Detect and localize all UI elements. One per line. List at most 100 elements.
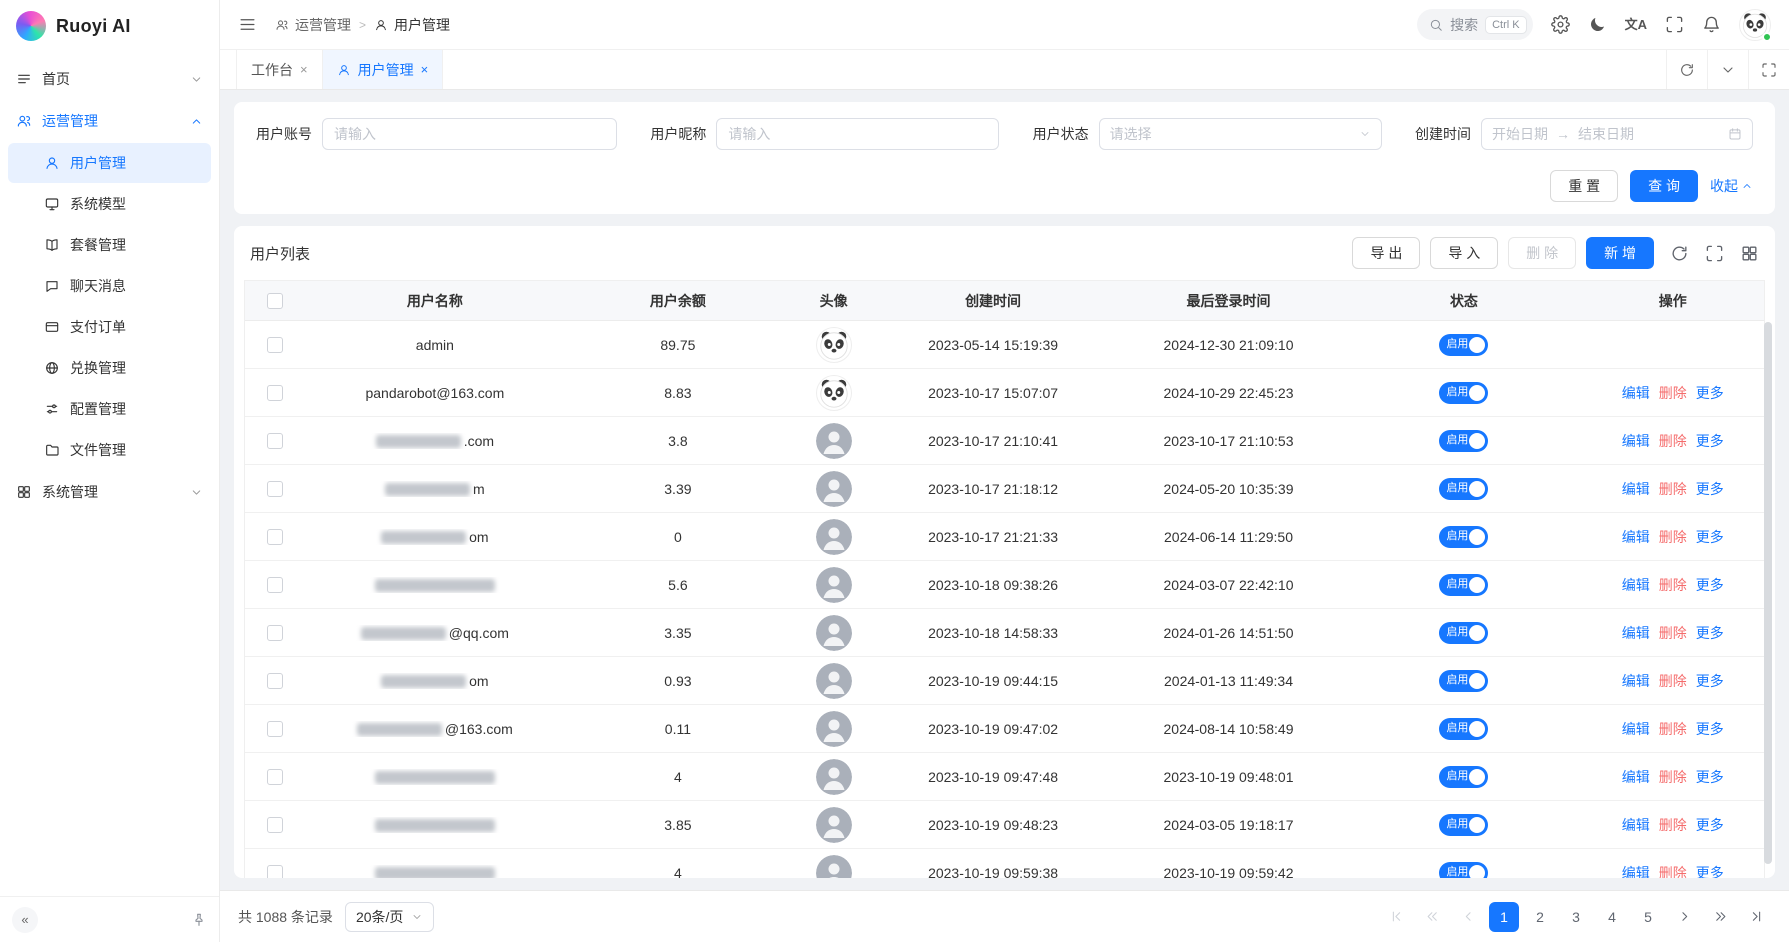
close-icon[interactable]: × bbox=[421, 63, 429, 76]
sidebar-item-system-model[interactable]: 系统模型 bbox=[8, 184, 211, 224]
collapse-filter-link[interactable]: 收起 bbox=[1710, 176, 1753, 196]
edit-link[interactable]: 编辑 bbox=[1622, 767, 1650, 787]
status-toggle[interactable]: 启用 bbox=[1439, 814, 1488, 836]
page-1-button[interactable]: 1 bbox=[1489, 902, 1519, 932]
tab-menu-button[interactable] bbox=[1707, 50, 1748, 89]
page-2-button[interactable]: 2 bbox=[1525, 902, 1555, 932]
edit-link[interactable]: 编辑 bbox=[1622, 815, 1650, 835]
delete-button[interactable]: 删 除 bbox=[1508, 237, 1576, 269]
row-checkbox[interactable] bbox=[267, 433, 283, 449]
page-4-button[interactable]: 4 bbox=[1597, 902, 1627, 932]
more-link[interactable]: 更多 bbox=[1696, 767, 1724, 787]
hamburger-menu-icon[interactable] bbox=[238, 15, 257, 34]
reset-button[interactable]: 重 置 bbox=[1550, 170, 1618, 202]
sidebar-item-operations[interactable]: 运营管理 bbox=[0, 100, 219, 142]
status-toggle[interactable]: 启用 bbox=[1439, 382, 1488, 404]
delete-link[interactable]: 删除 bbox=[1659, 815, 1687, 835]
prev-page-button[interactable] bbox=[1453, 902, 1483, 932]
page-3-button[interactable]: 3 bbox=[1561, 902, 1591, 932]
sidebar-item-package-management[interactable]: 套餐管理 bbox=[8, 225, 211, 265]
more-link[interactable]: 更多 bbox=[1696, 815, 1724, 835]
user-account-input[interactable] bbox=[322, 118, 617, 150]
table-scrollbar[interactable] bbox=[1764, 322, 1772, 864]
more-link[interactable]: 更多 bbox=[1696, 383, 1724, 403]
more-link[interactable]: 更多 bbox=[1696, 863, 1724, 879]
fullscreen-table-icon[interactable] bbox=[1705, 244, 1724, 263]
select-all-checkbox[interactable] bbox=[267, 293, 283, 309]
more-link[interactable]: 更多 bbox=[1696, 479, 1724, 499]
status-toggle[interactable]: 启用 bbox=[1439, 670, 1488, 692]
row-checkbox[interactable] bbox=[267, 337, 283, 353]
more-link[interactable]: 更多 bbox=[1696, 527, 1724, 547]
status-toggle[interactable]: 启用 bbox=[1439, 430, 1488, 452]
row-checkbox[interactable] bbox=[267, 865, 283, 879]
sidebar-item-payment-orders[interactable]: 支付订单 bbox=[8, 307, 211, 347]
tab-user-management[interactable]: 用户管理 × bbox=[323, 50, 444, 89]
user-nickname-input[interactable] bbox=[716, 118, 999, 150]
row-checkbox[interactable] bbox=[267, 529, 283, 545]
edit-link[interactable]: 编辑 bbox=[1622, 431, 1650, 451]
row-checkbox[interactable] bbox=[267, 625, 283, 641]
sidebar-item-system-management[interactable]: 系统管理 bbox=[0, 471, 219, 513]
page-5-button[interactable]: 5 bbox=[1633, 902, 1663, 932]
row-checkbox[interactable] bbox=[267, 673, 283, 689]
delete-link[interactable]: 删除 bbox=[1659, 575, 1687, 595]
row-checkbox[interactable] bbox=[267, 721, 283, 737]
delete-link[interactable]: 删除 bbox=[1659, 623, 1687, 643]
more-link[interactable]: 更多 bbox=[1696, 671, 1724, 691]
status-toggle[interactable]: 启用 bbox=[1439, 718, 1488, 740]
status-toggle[interactable]: 启用 bbox=[1439, 622, 1488, 644]
column-settings-icon[interactable] bbox=[1740, 244, 1759, 263]
refresh-tab-button[interactable] bbox=[1666, 50, 1707, 89]
more-link[interactable]: 更多 bbox=[1696, 575, 1724, 595]
status-toggle[interactable]: 启用 bbox=[1439, 766, 1488, 788]
sidebar-item-chat-messages[interactable]: 聊天消息 bbox=[8, 266, 211, 306]
more-link[interactable]: 更多 bbox=[1696, 623, 1724, 643]
delete-link[interactable]: 删除 bbox=[1659, 863, 1687, 879]
edit-link[interactable]: 编辑 bbox=[1622, 719, 1650, 739]
row-checkbox[interactable] bbox=[267, 385, 283, 401]
page-size-select[interactable]: 20条/页 bbox=[345, 902, 434, 932]
row-checkbox[interactable] bbox=[267, 481, 283, 497]
search-button[interactable]: 查 询 bbox=[1630, 170, 1698, 202]
delete-link[interactable]: 删除 bbox=[1659, 383, 1687, 403]
sidebar-item-home[interactable]: 首页 bbox=[0, 58, 219, 100]
delete-link[interactable]: 删除 bbox=[1659, 479, 1687, 499]
status-toggle[interactable]: 启用 bbox=[1439, 862, 1488, 879]
delete-link[interactable]: 删除 bbox=[1659, 767, 1687, 787]
edit-link[interactable]: 编辑 bbox=[1622, 383, 1650, 403]
delete-link[interactable]: 删除 bbox=[1659, 671, 1687, 691]
edit-link[interactable]: 编辑 bbox=[1622, 671, 1650, 691]
user-avatar-button[interactable] bbox=[1739, 9, 1771, 41]
status-toggle[interactable]: 启用 bbox=[1439, 334, 1488, 356]
delete-link[interactable]: 删除 bbox=[1659, 527, 1687, 547]
close-icon[interactable]: × bbox=[300, 63, 308, 76]
more-link[interactable]: 更多 bbox=[1696, 431, 1724, 451]
first-page-button[interactable] bbox=[1381, 902, 1411, 932]
sidebar-item-user-management[interactable]: 用户管理 bbox=[8, 143, 211, 183]
row-checkbox[interactable] bbox=[267, 817, 283, 833]
sidebar-item-exchange-management[interactable]: 兑换管理 bbox=[8, 348, 211, 388]
refresh-table-icon[interactable] bbox=[1670, 244, 1689, 263]
next-page-button[interactable] bbox=[1669, 902, 1699, 932]
status-toggle[interactable]: 启用 bbox=[1439, 478, 1488, 500]
export-button[interactable]: 导 出 bbox=[1352, 237, 1420, 269]
sidebar-item-file-management[interactable]: 文件管理 bbox=[8, 430, 211, 470]
delete-link[interactable]: 删除 bbox=[1659, 719, 1687, 739]
more-link[interactable]: 更多 bbox=[1696, 719, 1724, 739]
row-checkbox[interactable] bbox=[267, 769, 283, 785]
delete-link[interactable]: 删除 bbox=[1659, 431, 1687, 451]
last-page-button[interactable] bbox=[1741, 902, 1771, 932]
import-button[interactable]: 导 入 bbox=[1430, 237, 1498, 269]
sidebar-collapse-button[interactable]: « bbox=[12, 907, 38, 933]
created-time-range-picker[interactable]: 开始日期 → 结束日期 bbox=[1481, 118, 1753, 150]
tab-workbench[interactable]: 工作台 × bbox=[236, 50, 323, 89]
next-5-pages-button[interactable] bbox=[1705, 902, 1735, 932]
edit-link[interactable]: 编辑 bbox=[1622, 479, 1650, 499]
edit-link[interactable]: 编辑 bbox=[1622, 863, 1650, 879]
app-logo[interactable]: Ruoyi AI bbox=[0, 0, 219, 52]
sidebar-item-config-management[interactable]: 配置管理 bbox=[8, 389, 211, 429]
maximize-content-button[interactable] bbox=[1748, 50, 1789, 89]
fullscreen-icon[interactable] bbox=[1665, 15, 1684, 34]
edit-link[interactable]: 编辑 bbox=[1622, 623, 1650, 643]
